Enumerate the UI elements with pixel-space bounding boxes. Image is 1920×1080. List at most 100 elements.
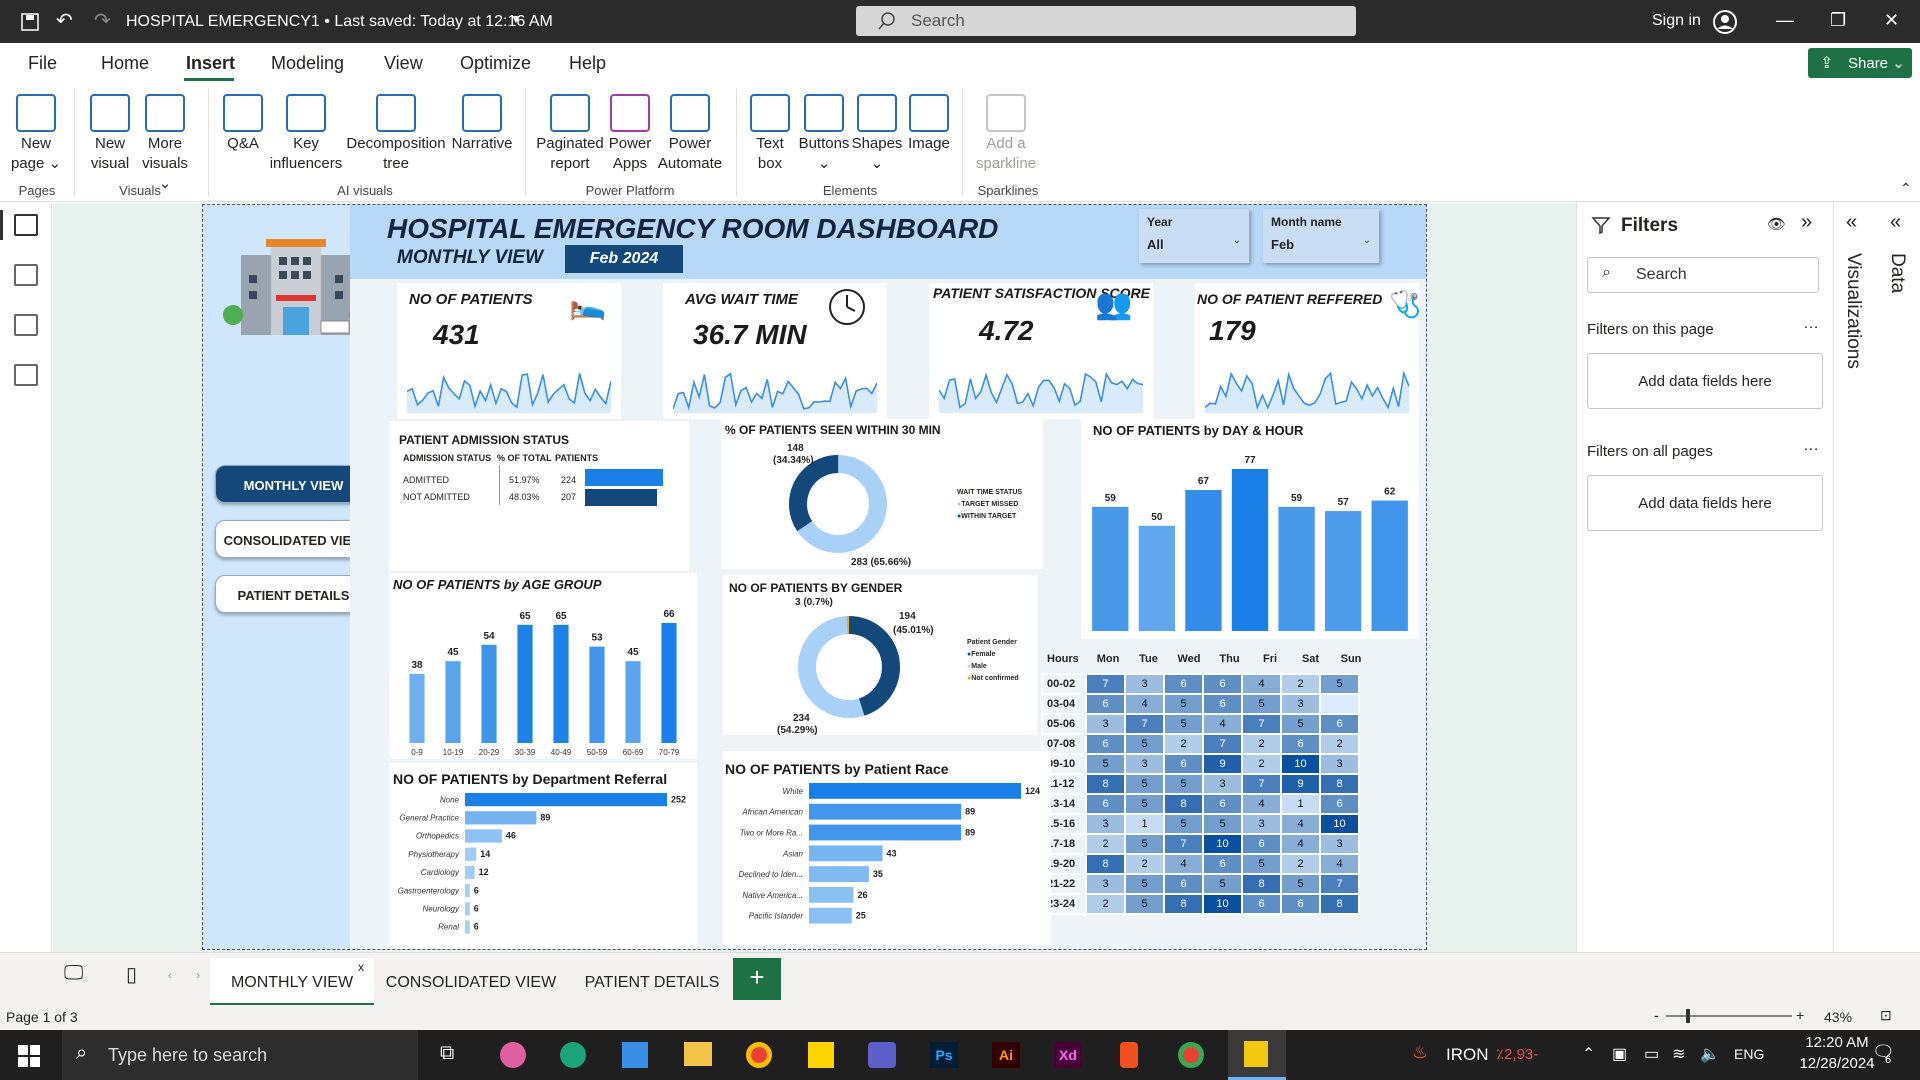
camera-icon[interactable]: ▣ — [1612, 1044, 1627, 1064]
power-automate-button[interactable]: Power Automate — [655, 94, 725, 174]
signin-link[interactable]: Sign in — [1652, 12, 1701, 30]
menu-insert[interactable]: Insert — [186, 53, 235, 74]
photoshop-icon[interactable]: Ps — [930, 1042, 958, 1068]
minimize-icon[interactable]: — — [1776, 10, 1794, 31]
image-button[interactable]: Image — [902, 94, 956, 154]
shapes-button[interactable]: Shapes ⌄ — [849, 94, 905, 174]
zoom-slider[interactable] — [1666, 1015, 1792, 1017]
filters-this-page-drop[interactable]: Add data fields here — [1587, 353, 1823, 409]
model-view-icon[interactable] — [14, 314, 38, 336]
collapse-filters-icon[interactable]: » — [1801, 211, 1812, 234]
visualizations-pane-tab[interactable]: Visualizations — [1842, 253, 1864, 369]
tray-chevron-icon[interactable]: ⌃ — [1582, 1044, 1595, 1064]
tab-patient-details[interactable]: PATIENT DETAILS — [572, 958, 732, 1006]
file-explorer-icon[interactable] — [684, 1042, 712, 1066]
store-icon[interactable] — [622, 1042, 648, 1068]
buttons-button[interactable]: Buttons ⌄ — [794, 94, 854, 174]
menu-optimize[interactable]: Optimize — [460, 53, 531, 74]
eye-icon[interactable]: 👁 — [1767, 215, 1786, 233]
more-visuals-button[interactable]: More visuals ⌄ — [136, 94, 194, 194]
data-pane-tab[interactable]: Data — [1886, 253, 1908, 293]
undo-icon[interactable]: ↶ — [56, 8, 73, 33]
prev-page-icon[interactable]: ‹ — [168, 968, 172, 982]
share-button[interactable]: ⇪ Share ⌄ — [1808, 48, 1912, 78]
weather-icon: ♨ — [1412, 1042, 1429, 1062]
xd-icon[interactable]: Xd — [1054, 1042, 1082, 1068]
mobile-layout-icon[interactable]: ▯ — [126, 962, 137, 987]
task-view-icon[interactable]: ⧉ — [440, 1042, 454, 1065]
edge-icon[interactable] — [560, 1042, 586, 1068]
add-sparkline-button[interactable]: Add a sparkline — [968, 94, 1044, 174]
powerbi-taskbar-item[interactable] — [1228, 1030, 1286, 1080]
language-indicator[interactable]: ENG — [1734, 1046, 1764, 1062]
chevron-down-icon[interactable]: ▼ — [510, 12, 522, 26]
qna-button[interactable]: Q&A — [215, 94, 271, 154]
power-apps-button[interactable]: Power Apps — [604, 94, 656, 174]
zoom-slider-thumb[interactable] — [1686, 1009, 1690, 1023]
filters-all-pages-drop[interactable]: Add data fields here — [1587, 475, 1823, 531]
clock[interactable]: 12:20 AM 12/28/2024 — [1792, 1034, 1882, 1072]
decomposition-tree-button[interactable]: Decomposition tree — [345, 94, 447, 174]
text-box-button[interactable]: Text box — [744, 94, 796, 174]
expand-visualizations-icon[interactable]: « — [1846, 211, 1857, 234]
teams-icon[interactable] — [868, 1042, 896, 1068]
paginated-report-button[interactable]: Paginated report — [534, 94, 606, 174]
sparkline-label: Add a — [986, 135, 1026, 152]
windows-start-icon[interactable] — [18, 1045, 40, 1067]
new-visual-button[interactable]: New visual — [82, 94, 138, 174]
expand-data-icon[interactable]: « — [1890, 211, 1901, 234]
next-page-icon[interactable]: › — [196, 968, 200, 982]
more-options-icon[interactable]: … — [1803, 315, 1819, 333]
menu-modeling[interactable]: Modeling — [271, 53, 344, 74]
search-box[interactable]: Search — [856, 6, 1356, 36]
narrative-button[interactable]: Narrative — [448, 94, 516, 154]
maximize-icon[interactable]: ❐ — [1830, 10, 1846, 31]
taskbar-search[interactable]: ⌕ Type here to search — [62, 1030, 418, 1080]
desktop-layout-icon[interactable]: 🖵 — [64, 962, 83, 985]
zoom-out-icon[interactable]: - — [1654, 1007, 1659, 1023]
notification-icon[interactable]: 🗨 — [1872, 1042, 1895, 1063]
account-icon[interactable] — [1712, 9, 1738, 35]
volume-icon[interactable]: 🔈 — [1700, 1044, 1720, 1064]
new-page-button[interactable]: New page ⌄ — [8, 94, 64, 174]
dax-query-icon[interactable] — [14, 364, 38, 386]
nav-consolidated-view[interactable]: CONSOLIDATED VIEW — [215, 520, 372, 558]
heatmap-row: 00-02 7 3 6 6 4 2 5 — [1041, 673, 1360, 695]
close-icon[interactable]: ✕ — [1884, 10, 1899, 31]
filters-search-input[interactable]: ⌕ Search — [1587, 257, 1819, 293]
redo-icon[interactable]: ↷ — [94, 8, 111, 33]
zoom-in-icon[interactable]: + — [1796, 1007, 1804, 1023]
copilot-icon[interactable] — [500, 1042, 526, 1068]
save-icon[interactable] — [20, 12, 40, 32]
illustrator-icon[interactable]: Ai — [992, 1042, 1020, 1068]
menu-view[interactable]: View — [384, 53, 423, 74]
add-page-button[interactable]: + — [733, 958, 781, 1000]
heatmap-cell: 6 — [1202, 853, 1243, 875]
heatmap-card: Hours Mon Tue Wed Thu Fri Sat Sun 00-02 7 3 6 6 4 2 5… — [1041, 643, 1421, 943]
nav-patient-details[interactable]: PATIENT DETAILS — [215, 575, 372, 613]
sticky-notes-icon[interactable] — [808, 1042, 834, 1068]
table-view-icon[interactable] — [14, 264, 38, 286]
chrome-icon[interactable] — [746, 1042, 772, 1068]
kpi-sparkline — [673, 372, 877, 413]
menu-file[interactable]: File — [28, 53, 57, 74]
more-options-icon[interactable]: … — [1803, 437, 1819, 455]
report-view-icon[interactable] — [14, 214, 38, 236]
nav-monthly-view[interactable]: MONTHLY VIEW — [215, 465, 372, 503]
figma-icon[interactable] — [1120, 1042, 1138, 1068]
fit-page-icon[interactable]: ⊡ — [1880, 1007, 1892, 1024]
menu-help[interactable]: Help — [569, 53, 606, 74]
battery-icon[interactable]: ▭ — [1644, 1044, 1659, 1064]
menu-home[interactable]: Home — [101, 53, 149, 74]
tab-monthly-view[interactable]: MONTHLY VIEW — [210, 958, 374, 1006]
chrome-profile-icon[interactable] — [1178, 1042, 1204, 1068]
wifi-icon[interactable]: ≋ — [1672, 1044, 1685, 1064]
tick-label: 60-69 — [623, 748, 644, 757]
tab-consolidated-view[interactable]: CONSOLIDATED VIEW — [378, 958, 564, 1006]
collapse-ribbon-icon[interactable]: ⌃ — [1900, 180, 1912, 197]
year-slicer[interactable]: Year All ⌄ — [1139, 209, 1249, 263]
month-slicer[interactable]: Month name Feb ⌄ — [1263, 209, 1379, 263]
heatmap-day-label: Mon — [1096, 653, 1120, 665]
key-influencers-button[interactable]: Key influencers — [266, 94, 346, 174]
close-tab-icon[interactable]: x — [358, 960, 364, 974]
